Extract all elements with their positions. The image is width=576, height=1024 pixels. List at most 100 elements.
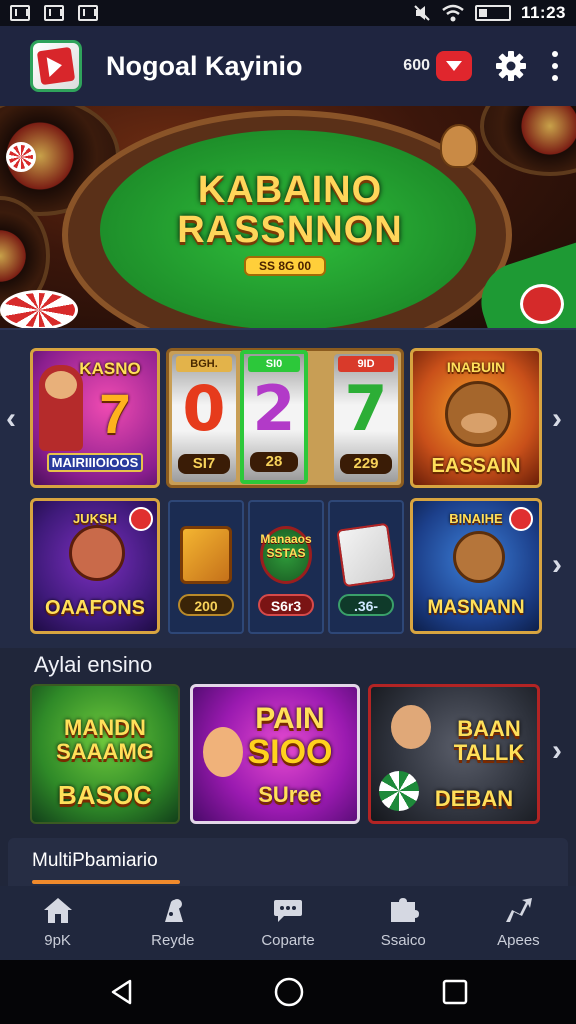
featured-title-line3: BASOC [58, 780, 152, 810]
multiplayer-tab[interactable]: MultiPbamiario [8, 838, 568, 886]
reel-number: 0 [182, 372, 226, 445]
reel-number: 2 [252, 372, 296, 445]
featured-title-line1: BAAN [457, 716, 521, 741]
chip-icon [129, 507, 153, 531]
featured-title-line1: PAIN [255, 702, 325, 735]
chip-stack-icon [6, 142, 36, 172]
game-tile[interactable]: JUKSH OAAFONS [30, 498, 160, 634]
banner-chip-label: SS 8G 00 [244, 256, 326, 276]
cards-icon [336, 522, 396, 588]
puzzle-icon [391, 898, 420, 922]
featured-game-card[interactable]: PAIN SIOO SUree [190, 684, 360, 824]
notification-icon [78, 5, 98, 21]
coin-balance: 600 [403, 57, 430, 74]
banner-title-line2: RASSNNON [177, 209, 403, 251]
gear-icon[interactable] [494, 49, 528, 83]
mail-icon[interactable] [436, 51, 472, 81]
chevron-right-icon[interactable]: › [552, 550, 562, 580]
reel-value: 229 [340, 454, 392, 474]
game-tile[interactable]: BINAIHE MASNANN [410, 498, 542, 634]
reel-value: 28 [250, 452, 298, 472]
more-vertical-icon[interactable] [550, 51, 560, 81]
app-root: 11:23 Nogoal Kayinio 600 KABAINO RASSNNO… [0, 0, 576, 1024]
game-tile-title: OAAFONS [45, 597, 145, 619]
nav-label: Coparte [261, 932, 315, 949]
nav-label: Apees [497, 932, 540, 949]
character-image [391, 705, 431, 749]
featured-title-line1: MANDN [64, 715, 146, 740]
slot-reel: SI0 2 28 [240, 350, 308, 484]
wifi-icon [442, 4, 464, 22]
chip-icon [509, 507, 533, 531]
nav-item-apps[interactable]: Apees [461, 886, 576, 960]
featured-title-line2: TALLK [453, 740, 525, 765]
back-icon[interactable] [108, 978, 136, 1006]
home-icon [43, 898, 72, 923]
game-tile-title: MASNANN [427, 597, 525, 618]
featured-title-line3: DEBAN [434, 786, 514, 811]
recent-apps-icon[interactable] [442, 979, 468, 1005]
multiplayer-label: MultiPbamiario [32, 850, 158, 871]
mute-icon [414, 5, 430, 21]
slot-icon [180, 526, 232, 584]
banner-title: KABAINO RASSNNON [170, 170, 410, 250]
tab-indicator [32, 880, 180, 884]
dice-icon [164, 899, 183, 922]
slot-reel: 9ID 7 229 [334, 354, 398, 482]
bottom-navigation: 9pK Reyde Coparte Ssaico Apees [0, 886, 576, 960]
nav-label: Reyde [151, 932, 195, 949]
notification-icon [44, 5, 64, 21]
app-bar: Nogoal Kayinio 600 [0, 26, 576, 106]
game-tile-top: INABUIN [446, 359, 506, 375]
reel-top-label: 9ID [338, 356, 394, 372]
chevron-right-icon[interactable]: › [552, 736, 562, 766]
mini-tile-value: 200 [178, 594, 234, 616]
reel-top-label: SI0 [248, 356, 300, 372]
reel-number: 7 [344, 372, 388, 445]
share-icon [506, 898, 533, 922]
featured-title-line2: SIOO [247, 733, 333, 771]
app-title: Nogoal Kayinio [106, 50, 303, 81]
game-tile[interactable]: INABUIN EASSAIN [410, 348, 542, 488]
featured-title-line3: SUree [258, 782, 322, 807]
chevron-left-icon[interactable]: ‹ [6, 404, 16, 434]
nav-item-home[interactable]: 9pK [0, 886, 115, 960]
roulette-wheel-image [480, 106, 576, 176]
status-bar: 11:23 [0, 0, 576, 26]
nav-item-dice[interactable]: Reyde [115, 886, 230, 960]
nav-item-social[interactable]: Ssaico [346, 886, 461, 960]
chip-stack-icon [0, 290, 78, 328]
reel-top-label: BGH. [176, 356, 232, 372]
game-tile[interactable]: KASNO 7 MAIRIIIOIOOS [30, 348, 160, 488]
reel-value: SI7 [178, 454, 230, 474]
game-tile-subtitle: MAIRIIIOIOOS [47, 453, 143, 472]
chevron-right-icon[interactable]: › [552, 404, 562, 434]
bear-icon [453, 531, 505, 583]
mini-game-tile[interactable]: .36- [328, 500, 404, 634]
mini-game-tile[interactable]: 200 [168, 500, 244, 634]
casino-logo-icon[interactable] [30, 40, 82, 92]
home-button-icon[interactable] [273, 976, 305, 1008]
featured-game-card[interactable]: BAAN TALLK DEBAN [368, 684, 540, 824]
featured-title-line2: SAAAMG [56, 739, 154, 764]
battery-icon [474, 5, 511, 21]
notification-icon [10, 5, 30, 21]
banner-title-line1: KABAINO [197, 169, 383, 211]
slot-reel: BGH. 0 SI7 [172, 354, 236, 482]
status-time: 11:23 [520, 3, 566, 22]
bear-icon [69, 525, 125, 581]
game-tile-number: 7 [99, 382, 131, 445]
nav-item-chat[interactable]: Coparte [230, 886, 345, 960]
mini-tile-value: S6r3 [258, 594, 314, 616]
bear-snout [461, 413, 497, 433]
featured-game-card[interactable]: MANDN SAAAMG BASOC [30, 684, 180, 824]
mini-tile-value: .36- [338, 594, 394, 616]
mascot-icon [440, 124, 478, 168]
mini-game-tile[interactable]: Manaaos SSTAS S6r3 [248, 500, 324, 634]
game-tile-title: EASSAIN [431, 455, 521, 477]
chat-icon [274, 900, 302, 922]
casino-logo-icon [520, 284, 564, 324]
section-title: Aylai ensino [34, 652, 153, 677]
nav-label: Ssaico [380, 932, 426, 949]
hero-banner[interactable]: KABAINO RASSNNON SS 8G 00 [0, 106, 576, 328]
